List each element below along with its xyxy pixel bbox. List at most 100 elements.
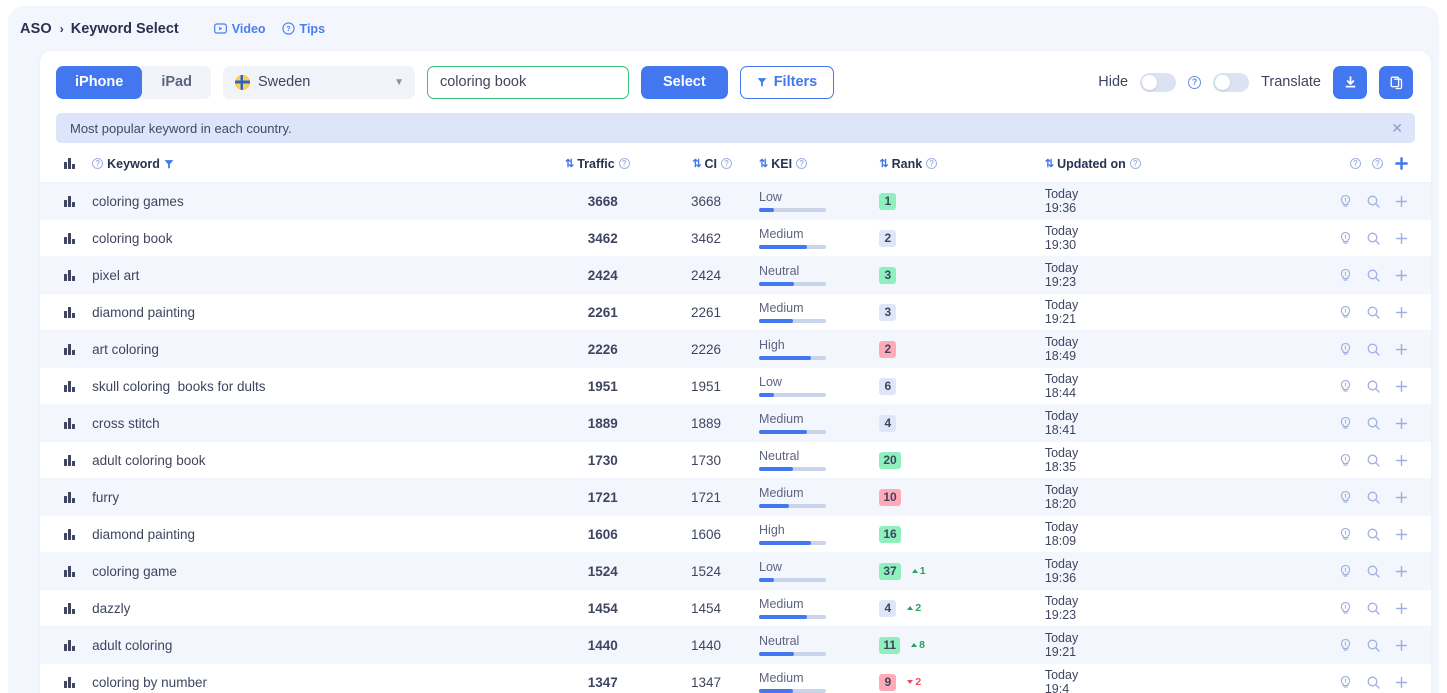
lightbulb-icon[interactable] xyxy=(1338,342,1353,357)
table-row[interactable]: coloring game 1524 1524 Low 37 1 Today 19:36 xyxy=(40,552,1431,590)
plus-icon[interactable] xyxy=(1394,453,1409,468)
copy-button[interactable] xyxy=(1379,65,1413,99)
lightbulb-icon[interactable] xyxy=(1338,601,1353,616)
lightbulb-icon[interactable] xyxy=(1338,638,1353,653)
chart-bars-icon[interactable] xyxy=(40,454,92,466)
lightbulb-icon[interactable] xyxy=(1338,564,1353,579)
search-icon[interactable] xyxy=(1366,527,1381,542)
chart-bars-icon[interactable] xyxy=(40,602,92,614)
cell-keyword[interactable]: diamond painting xyxy=(92,515,514,553)
cell-keyword[interactable]: coloring book xyxy=(92,219,514,257)
plus-icon[interactable] xyxy=(1394,564,1409,579)
search-icon[interactable] xyxy=(1366,231,1381,246)
search-icon[interactable] xyxy=(1366,453,1381,468)
search-icon[interactable] xyxy=(1366,416,1381,431)
plus-icon[interactable] xyxy=(1394,675,1409,690)
plus-icon[interactable] xyxy=(1394,342,1409,357)
cell-keyword[interactable]: dazzly xyxy=(92,589,514,627)
table-row[interactable]: adult coloring book 1730 1730 Neutral 20 Toda… xyxy=(40,441,1431,479)
plus-icon[interactable] xyxy=(1394,268,1409,283)
lightbulb-icon[interactable] xyxy=(1338,194,1353,209)
table-row[interactable]: skull coloring books for dults 1951 1951 Lo… xyxy=(40,367,1431,405)
sort-icon[interactable]: ⇅ xyxy=(1045,157,1054,170)
search-icon[interactable] xyxy=(1366,194,1381,209)
lightbulb-icon[interactable] xyxy=(1338,453,1353,468)
help-circle-icon[interactable]: ? xyxy=(1188,75,1202,89)
cell-keyword[interactable]: coloring by number xyxy=(92,663,514,693)
th-updated[interactable]: ⇅ Updated on ? xyxy=(1044,143,1286,183)
search-icon[interactable] xyxy=(1366,564,1381,579)
table-row[interactable]: adult coloring 1440 1440 Neutral 11 8 Today 19:… xyxy=(40,626,1431,664)
search-icon[interactable] xyxy=(1366,379,1381,394)
cell-keyword[interactable]: adult coloring xyxy=(92,626,514,664)
cell-keyword[interactable]: skull coloring books for dults xyxy=(92,367,514,405)
help-circle-icon[interactable]: ? xyxy=(1372,158,1383,169)
chart-bars-icon[interactable] xyxy=(40,232,92,244)
search-icon[interactable] xyxy=(1366,601,1381,616)
table-row[interactable]: furry 1721 1721 Medium 10 Today 18:20 xyxy=(40,478,1431,516)
filters-button[interactable]: Filters xyxy=(739,65,835,99)
table-row[interactable]: coloring games 3668 3668 Low 1 Today 19:36 xyxy=(40,182,1431,220)
lightbulb-icon[interactable] xyxy=(1338,305,1353,320)
chart-bars-icon[interactable] xyxy=(40,380,92,392)
cell-keyword[interactable]: pixel art xyxy=(92,256,514,294)
download-button[interactable] xyxy=(1333,65,1367,99)
table-row[interactable]: diamond painting 2261 2261 Medium 3 Today 19:2… xyxy=(40,293,1431,331)
lightbulb-icon[interactable] xyxy=(1338,268,1353,283)
th-keyword[interactable]: ? Keyword xyxy=(92,143,514,183)
cell-keyword[interactable]: furry xyxy=(92,478,514,516)
country-select[interactable]: Sweden ▼ xyxy=(222,65,415,99)
lightbulb-icon[interactable] xyxy=(1338,490,1353,505)
table-row[interactable]: coloring by number 1347 1347 Medium 9 2 Today 1… xyxy=(40,663,1431,693)
cell-keyword[interactable]: diamond painting xyxy=(92,293,514,331)
breadcrumb-root[interactable]: ASO xyxy=(20,21,52,37)
lightbulb-icon[interactable] xyxy=(1338,416,1353,431)
th-rank[interactable]: ⇅ Rank ? xyxy=(879,143,1045,183)
plus-icon[interactable] xyxy=(1394,305,1409,320)
plus-icon[interactable] xyxy=(1394,156,1409,171)
cell-keyword[interactable]: cross stitch xyxy=(92,404,514,442)
chart-bars-icon[interactable] xyxy=(40,528,92,540)
lightbulb-icon[interactable] xyxy=(1338,527,1353,542)
tips-link[interactable]: ? Tips xyxy=(281,22,325,36)
plus-icon[interactable] xyxy=(1394,416,1409,431)
sort-icon[interactable]: ⇅ xyxy=(759,157,768,170)
plus-icon[interactable] xyxy=(1394,194,1409,209)
video-link[interactable]: Video xyxy=(213,22,266,36)
select-button[interactable]: Select xyxy=(640,65,728,99)
th-traffic[interactable]: ⇅ Traffic ? xyxy=(513,143,654,183)
th-ci[interactable]: ⇅ CI ? xyxy=(653,143,760,183)
cell-keyword[interactable]: art coloring xyxy=(92,330,514,368)
table-row[interactable]: dazzly 1454 1454 Medium 4 2 Today 19:23 xyxy=(40,589,1431,627)
table-row[interactable]: cross stitch 1889 1889 Medium 4 Today 18:41 xyxy=(40,404,1431,442)
table-row[interactable]: diamond painting 1606 1606 High 16 Today 18:09 xyxy=(40,515,1431,553)
search-icon[interactable] xyxy=(1366,490,1381,505)
chart-bars-icon[interactable] xyxy=(40,269,92,281)
plus-icon[interactable] xyxy=(1394,379,1409,394)
table-row[interactable]: art coloring 2226 2226 High 2 Today 18:49 xyxy=(40,330,1431,368)
search-icon[interactable] xyxy=(1366,268,1381,283)
chart-bars-icon[interactable] xyxy=(40,306,92,318)
funnel-icon[interactable] xyxy=(164,159,174,169)
plus-icon[interactable] xyxy=(1394,638,1409,653)
th-kei[interactable]: ⇅ KEI ? xyxy=(759,143,880,183)
plus-icon[interactable] xyxy=(1394,231,1409,246)
sort-icon[interactable]: ⇅ xyxy=(879,157,888,170)
chart-bars-icon[interactable] xyxy=(40,565,92,577)
sort-icon[interactable]: ⇅ xyxy=(565,157,574,170)
hide-toggle[interactable] xyxy=(1140,72,1177,92)
chart-bars-icon[interactable] xyxy=(40,639,92,651)
chart-bars-icon[interactable] xyxy=(40,195,92,207)
lightbulb-icon[interactable] xyxy=(1338,231,1353,246)
close-icon[interactable]: ✕ xyxy=(1391,121,1403,135)
plus-icon[interactable] xyxy=(1394,527,1409,542)
search-icon[interactable] xyxy=(1366,675,1381,690)
search-icon[interactable] xyxy=(1366,638,1381,653)
cell-keyword[interactable]: adult coloring book xyxy=(92,441,514,479)
chart-bars-icon[interactable] xyxy=(40,491,92,503)
device-tab-iphone[interactable]: iPhone xyxy=(56,65,143,99)
device-tab-ipad[interactable]: iPad xyxy=(142,66,211,99)
keyword-search-input[interactable] xyxy=(426,65,629,99)
translate-toggle[interactable] xyxy=(1213,72,1250,92)
sort-icon[interactable]: ⇅ xyxy=(692,157,701,170)
